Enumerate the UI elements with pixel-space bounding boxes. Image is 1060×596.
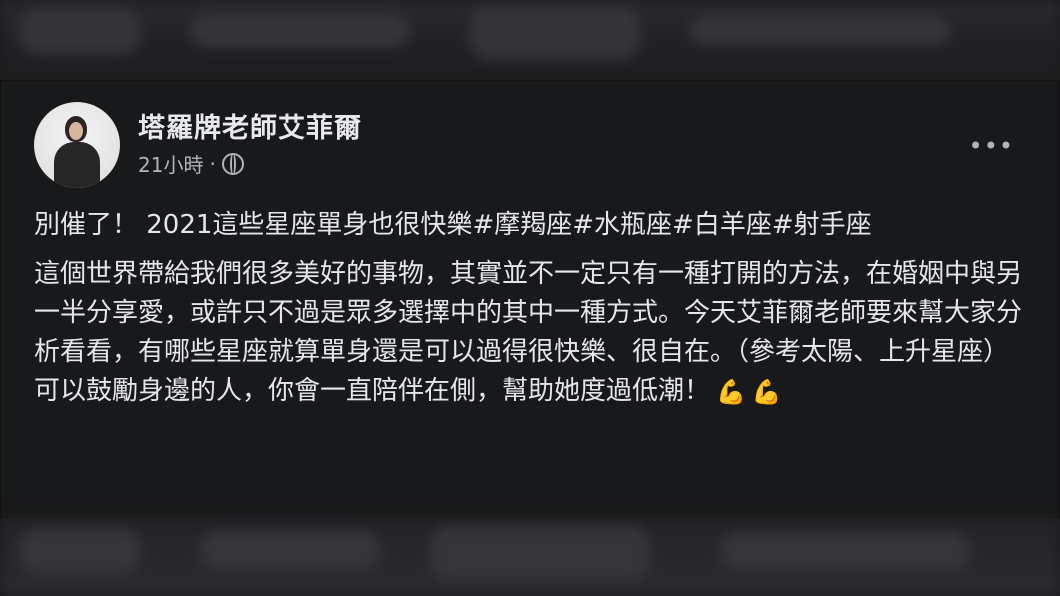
more-options-icon[interactable]: ••• — [969, 134, 1014, 158]
facebook-post: 塔羅牌老師艾菲爾 21小時 · ••• 別催了！ 2021這些星座單身也很快樂#… — [0, 80, 1060, 518]
avatar-body — [54, 142, 100, 188]
post-title-paragraph: 別催了！ 2021這些星座單身也很快樂#摩羯座#水瓶座#白羊座#射手座 — [34, 206, 1024, 245]
post-body-paragraph: 這個世界帶給我們很多美好的事物，其實並不一定只有一種打開的方法，在婚姻中與另一半… — [34, 255, 1024, 411]
blur-shape — [430, 526, 650, 580]
hashtag-sagittarius[interactable]: #射手座 — [772, 210, 872, 240]
blur-shape — [720, 532, 970, 570]
blurred-top-area — [0, 0, 1060, 80]
blur-shape — [470, 8, 640, 60]
blur-shape — [690, 16, 950, 46]
hashtag-aquarius[interactable]: #水瓶座 — [572, 210, 672, 240]
post-body-text: 這個世界帶給我們很多美好的事物，其實並不一定只有一種打開的方法，在婚姻中與另一半… — [34, 259, 1023, 406]
blurred-bottom-area — [0, 518, 1060, 596]
meta-separator: · — [209, 151, 216, 176]
globe-icon — [221, 152, 244, 175]
post-title-text: 別催了！ 2021這些星座單身也很快樂 — [34, 210, 473, 240]
blur-shape — [200, 530, 380, 570]
avatar-face — [69, 122, 83, 140]
blur-shape — [20, 10, 140, 55]
hashtag-aries[interactable]: #白羊座 — [672, 210, 772, 240]
hashtag-capricorn[interactable]: #摩羯座 — [472, 210, 572, 240]
author-avatar[interactable] — [34, 102, 120, 188]
post-meta: 21小時 · — [138, 149, 244, 178]
post-time[interactable]: 21小時 — [138, 149, 203, 178]
flexed-biceps-icon: 💪 — [716, 377, 746, 406]
blur-shape — [190, 14, 410, 48]
post-content: 別催了！ 2021這些星座單身也很快樂#摩羯座#水瓶座#白羊座#射手座 這個世界… — [34, 206, 1024, 421]
blur-shape — [20, 528, 140, 574]
flexed-biceps-icon: 💪 — [751, 377, 782, 406]
author-name[interactable]: 塔羅牌老師艾菲爾 — [138, 106, 362, 145]
